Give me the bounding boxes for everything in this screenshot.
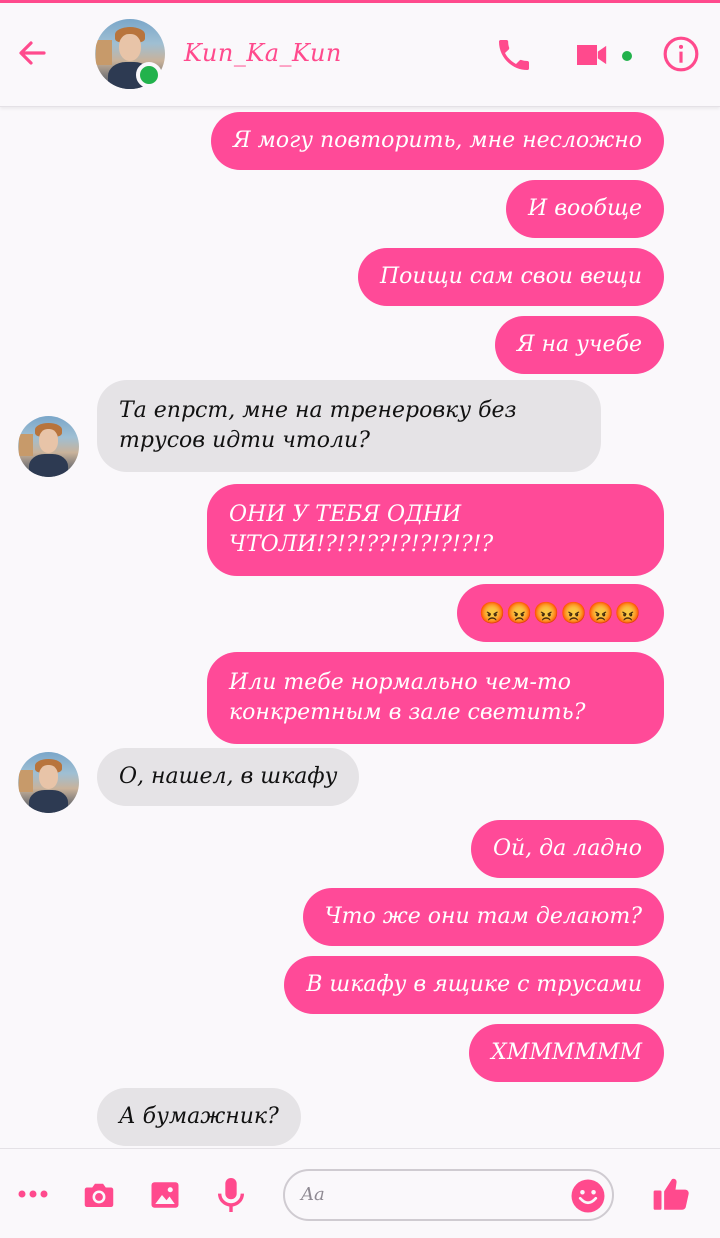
camera-icon[interactable]	[80, 1177, 118, 1213]
sender-avatar	[18, 416, 79, 477]
microphone-icon[interactable]	[214, 1175, 248, 1215]
online-status-dot	[136, 62, 162, 88]
message-bubble-outgoing[interactable]: ХММММММ	[469, 1024, 664, 1082]
message-bubble-incoming[interactable]: О, нашел, в шкафу	[97, 748, 360, 806]
message-bubble-outgoing[interactable]: Поищи сам свои вещи	[357, 248, 664, 306]
message-bubble-outgoing[interactable]: ОНИ У ТЕБЯ ОДНИ ЧТОЛИ!?!?!??!?!?!?!?!?	[207, 484, 664, 576]
message-list[interactable]: Я могу повторить, мне несложно И вообще …	[0, 108, 720, 1148]
contact-name[interactable]: Kun_Ka_Kun	[184, 39, 342, 67]
thumbs-up-icon[interactable]	[650, 1173, 694, 1215]
message-bubble-outgoing[interactable]: И вообще	[506, 180, 664, 238]
message-bubble-outgoing[interactable]: 😡😡😡😡😡😡	[457, 584, 664, 642]
message-bubble-outgoing[interactable]: Что же они там делают?	[302, 888, 664, 946]
message-bubble-outgoing[interactable]: Я на учебе	[494, 316, 664, 374]
info-icon[interactable]	[662, 35, 700, 73]
video-camera-icon[interactable]	[572, 35, 612, 75]
image-icon[interactable]	[146, 1177, 184, 1213]
message-input-placeholder: Aa	[301, 1184, 325, 1205]
chat-header: Kun_Ka_Kun	[0, 3, 720, 107]
video-online-dot	[622, 51, 632, 61]
message-bubble-outgoing[interactable]: Я могу повторить, мне несложно	[210, 112, 664, 170]
emoji-icon[interactable]	[570, 1178, 606, 1214]
message-composer: Aa	[0, 1148, 720, 1238]
message-input[interactable]: Aa	[283, 1169, 614, 1221]
more-icon[interactable]	[16, 1179, 50, 1209]
message-bubble-outgoing[interactable]: В шкафу в ящике с трусами	[284, 956, 664, 1014]
message-bubble-incoming[interactable]: А бумажник?	[97, 1088, 301, 1146]
message-bubble-outgoing[interactable]: Ой, да ладно	[470, 820, 664, 878]
sender-avatar	[18, 752, 79, 813]
phone-icon[interactable]	[494, 35, 534, 75]
message-bubble-incoming[interactable]: Та епрст, мне на тренеровку без трусов и…	[97, 380, 601, 472]
contact-avatar[interactable]	[95, 19, 165, 89]
back-arrow-icon[interactable]	[12, 33, 52, 73]
message-bubble-outgoing[interactable]: Или тебе нормально чем-то конкретным в з…	[207, 652, 664, 744]
